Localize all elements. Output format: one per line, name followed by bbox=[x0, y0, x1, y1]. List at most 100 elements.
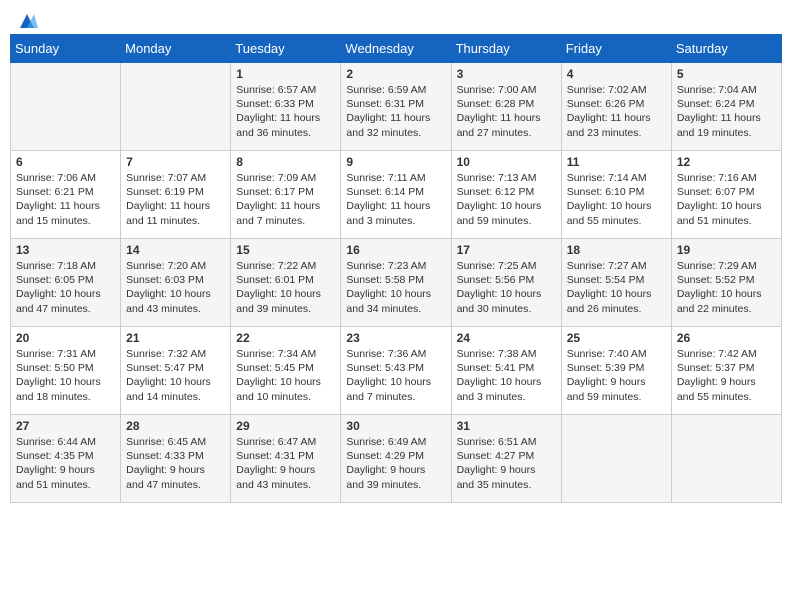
day-number: 24 bbox=[457, 331, 556, 345]
calendar-cell bbox=[11, 63, 121, 151]
day-info: Sunrise: 7:09 AM Sunset: 6:17 PM Dayligh… bbox=[236, 171, 335, 228]
day-number: 17 bbox=[457, 243, 556, 257]
calendar-cell: 9 Sunrise: 7:11 AM Sunset: 6:14 PM Daylig… bbox=[341, 151, 451, 239]
day-info: Sunrise: 7:20 AM Sunset: 6:03 PM Dayligh… bbox=[126, 259, 225, 316]
calendar-cell: 12 Sunrise: 7:16 AM Sunset: 6:07 PM Dayli… bbox=[671, 151, 781, 239]
day-number: 25 bbox=[567, 331, 666, 345]
weekday-header: Thursday bbox=[451, 35, 561, 63]
day-number: 14 bbox=[126, 243, 225, 257]
calendar-cell: 8 Sunrise: 7:09 AM Sunset: 6:17 PM Daylig… bbox=[231, 151, 341, 239]
calendar-cell: 22 Sunrise: 7:34 AM Sunset: 5:45 PM Dayli… bbox=[231, 327, 341, 415]
day-info: Sunrise: 7:02 AM Sunset: 6:26 PM Dayligh… bbox=[567, 83, 666, 140]
day-info: Sunrise: 6:49 AM Sunset: 4:29 PM Dayligh… bbox=[346, 435, 445, 492]
day-info: Sunrise: 7:06 AM Sunset: 6:21 PM Dayligh… bbox=[16, 171, 115, 228]
calendar-cell: 25 Sunrise: 7:40 AM Sunset: 5:39 PM Dayli… bbox=[561, 327, 671, 415]
day-number: 20 bbox=[16, 331, 115, 345]
day-info: Sunrise: 6:45 AM Sunset: 4:33 PM Dayligh… bbox=[126, 435, 225, 492]
page-header bbox=[10, 10, 782, 28]
calendar-cell: 17 Sunrise: 7:25 AM Sunset: 5:56 PM Dayli… bbox=[451, 239, 561, 327]
day-number: 18 bbox=[567, 243, 666, 257]
day-number: 23 bbox=[346, 331, 445, 345]
day-info: Sunrise: 7:25 AM Sunset: 5:56 PM Dayligh… bbox=[457, 259, 556, 316]
weekday-header: Tuesday bbox=[231, 35, 341, 63]
day-info: Sunrise: 7:29 AM Sunset: 5:52 PM Dayligh… bbox=[677, 259, 776, 316]
day-number: 2 bbox=[346, 67, 445, 81]
calendar-week-row: 6 Sunrise: 7:06 AM Sunset: 6:21 PM Daylig… bbox=[11, 151, 782, 239]
day-number: 10 bbox=[457, 155, 556, 169]
day-info: Sunrise: 6:44 AM Sunset: 4:35 PM Dayligh… bbox=[16, 435, 115, 492]
day-number: 5 bbox=[677, 67, 776, 81]
calendar-cell: 3 Sunrise: 7:00 AM Sunset: 6:28 PM Daylig… bbox=[451, 63, 561, 151]
calendar-cell: 26 Sunrise: 7:42 AM Sunset: 5:37 PM Dayli… bbox=[671, 327, 781, 415]
day-number: 8 bbox=[236, 155, 335, 169]
day-number: 28 bbox=[126, 419, 225, 433]
calendar-cell: 2 Sunrise: 6:59 AM Sunset: 6:31 PM Daylig… bbox=[341, 63, 451, 151]
calendar-table: SundayMondayTuesdayWednesdayThursdayFrid… bbox=[10, 34, 782, 503]
calendar-cell: 11 Sunrise: 7:14 AM Sunset: 6:10 PM Dayli… bbox=[561, 151, 671, 239]
calendar-week-row: 20 Sunrise: 7:31 AM Sunset: 5:50 PM Dayli… bbox=[11, 327, 782, 415]
weekday-header: Saturday bbox=[671, 35, 781, 63]
day-info: Sunrise: 7:13 AM Sunset: 6:12 PM Dayligh… bbox=[457, 171, 556, 228]
day-number: 26 bbox=[677, 331, 776, 345]
calendar-cell: 4 Sunrise: 7:02 AM Sunset: 6:26 PM Daylig… bbox=[561, 63, 671, 151]
calendar-cell: 6 Sunrise: 7:06 AM Sunset: 6:21 PM Daylig… bbox=[11, 151, 121, 239]
weekday-header: Friday bbox=[561, 35, 671, 63]
day-info: Sunrise: 7:23 AM Sunset: 5:58 PM Dayligh… bbox=[346, 259, 445, 316]
day-number: 1 bbox=[236, 67, 335, 81]
day-info: Sunrise: 7:36 AM Sunset: 5:43 PM Dayligh… bbox=[346, 347, 445, 404]
day-info: Sunrise: 7:07 AM Sunset: 6:19 PM Dayligh… bbox=[126, 171, 225, 228]
weekday-header: Monday bbox=[121, 35, 231, 63]
logo bbox=[14, 10, 38, 28]
calendar-cell: 1 Sunrise: 6:57 AM Sunset: 6:33 PM Daylig… bbox=[231, 63, 341, 151]
day-number: 12 bbox=[677, 155, 776, 169]
day-number: 6 bbox=[16, 155, 115, 169]
day-info: Sunrise: 7:18 AM Sunset: 6:05 PM Dayligh… bbox=[16, 259, 115, 316]
calendar-week-row: 27 Sunrise: 6:44 AM Sunset: 4:35 PM Dayli… bbox=[11, 415, 782, 503]
day-info: Sunrise: 7:31 AM Sunset: 5:50 PM Dayligh… bbox=[16, 347, 115, 404]
calendar-cell: 7Sunrise: 7:07 AM Sunset: 6:19 PM Daylig… bbox=[121, 151, 231, 239]
day-info: Sunrise: 7:27 AM Sunset: 5:54 PM Dayligh… bbox=[567, 259, 666, 316]
calendar-cell bbox=[671, 415, 781, 503]
day-number: 9 bbox=[346, 155, 445, 169]
calendar-cell: 23 Sunrise: 7:36 AM Sunset: 5:43 PM Dayli… bbox=[341, 327, 451, 415]
day-info: Sunrise: 7:42 AM Sunset: 5:37 PM Dayligh… bbox=[677, 347, 776, 404]
day-number: 19 bbox=[677, 243, 776, 257]
day-info: Sunrise: 7:38 AM Sunset: 5:41 PM Dayligh… bbox=[457, 347, 556, 404]
calendar-cell: 21Sunrise: 7:32 AM Sunset: 5:47 PM Dayli… bbox=[121, 327, 231, 415]
calendar-cell bbox=[121, 63, 231, 151]
day-number: 31 bbox=[457, 419, 556, 433]
calendar-cell: 24 Sunrise: 7:38 AM Sunset: 5:41 PM Dayli… bbox=[451, 327, 561, 415]
weekday-header: Sunday bbox=[11, 35, 121, 63]
calendar-cell: 28 Sunrise: 6:45 AM Sunset: 4:33 PM Dayli… bbox=[121, 415, 231, 503]
day-info: Sunrise: 6:59 AM Sunset: 6:31 PM Dayligh… bbox=[346, 83, 445, 140]
day-number: 15 bbox=[236, 243, 335, 257]
calendar-cell: 10 Sunrise: 7:13 AM Sunset: 6:12 PM Dayli… bbox=[451, 151, 561, 239]
day-number: 3 bbox=[457, 67, 556, 81]
logo-icon bbox=[16, 10, 38, 32]
day-info: Sunrise: 7:11 AM Sunset: 6:14 PM Dayligh… bbox=[346, 171, 445, 228]
day-info: Sunrise: 7:16 AM Sunset: 6:07 PM Dayligh… bbox=[677, 171, 776, 228]
day-number: 30 bbox=[346, 419, 445, 433]
day-info: Sunrise: 7:34 AM Sunset: 5:45 PM Dayligh… bbox=[236, 347, 335, 404]
calendar-cell: 30 Sunrise: 6:49 AM Sunset: 4:29 PM Dayli… bbox=[341, 415, 451, 503]
calendar-cell: 20 Sunrise: 7:31 AM Sunset: 5:50 PM Dayli… bbox=[11, 327, 121, 415]
calendar-cell: 19 Sunrise: 7:29 AM Sunset: 5:52 PM Dayli… bbox=[671, 239, 781, 327]
calendar-week-row: 1 Sunrise: 6:57 AM Sunset: 6:33 PM Daylig… bbox=[11, 63, 782, 151]
weekday-header: Wednesday bbox=[341, 35, 451, 63]
day-info: Sunrise: 7:14 AM Sunset: 6:10 PM Dayligh… bbox=[567, 171, 666, 228]
day-number: 21 bbox=[126, 331, 225, 345]
calendar-cell: 27 Sunrise: 6:44 AM Sunset: 4:35 PM Dayli… bbox=[11, 415, 121, 503]
calendar-week-row: 13 Sunrise: 7:18 AM Sunset: 6:05 PM Dayli… bbox=[11, 239, 782, 327]
day-info: Sunrise: 6:57 AM Sunset: 6:33 PM Dayligh… bbox=[236, 83, 335, 140]
day-info: Sunrise: 7:00 AM Sunset: 6:28 PM Dayligh… bbox=[457, 83, 556, 140]
day-number: 13 bbox=[16, 243, 115, 257]
day-info: Sunrise: 7:22 AM Sunset: 6:01 PM Dayligh… bbox=[236, 259, 335, 316]
day-number: 11 bbox=[567, 155, 666, 169]
day-number: 29 bbox=[236, 419, 335, 433]
calendar-cell: 16Sunrise: 7:23 AM Sunset: 5:58 PM Dayli… bbox=[341, 239, 451, 327]
day-number: 22 bbox=[236, 331, 335, 345]
calendar-cell: 15 Sunrise: 7:22 AM Sunset: 6:01 PM Dayli… bbox=[231, 239, 341, 327]
day-info: Sunrise: 7:40 AM Sunset: 5:39 PM Dayligh… bbox=[567, 347, 666, 404]
day-number: 4 bbox=[567, 67, 666, 81]
day-number: 27 bbox=[16, 419, 115, 433]
